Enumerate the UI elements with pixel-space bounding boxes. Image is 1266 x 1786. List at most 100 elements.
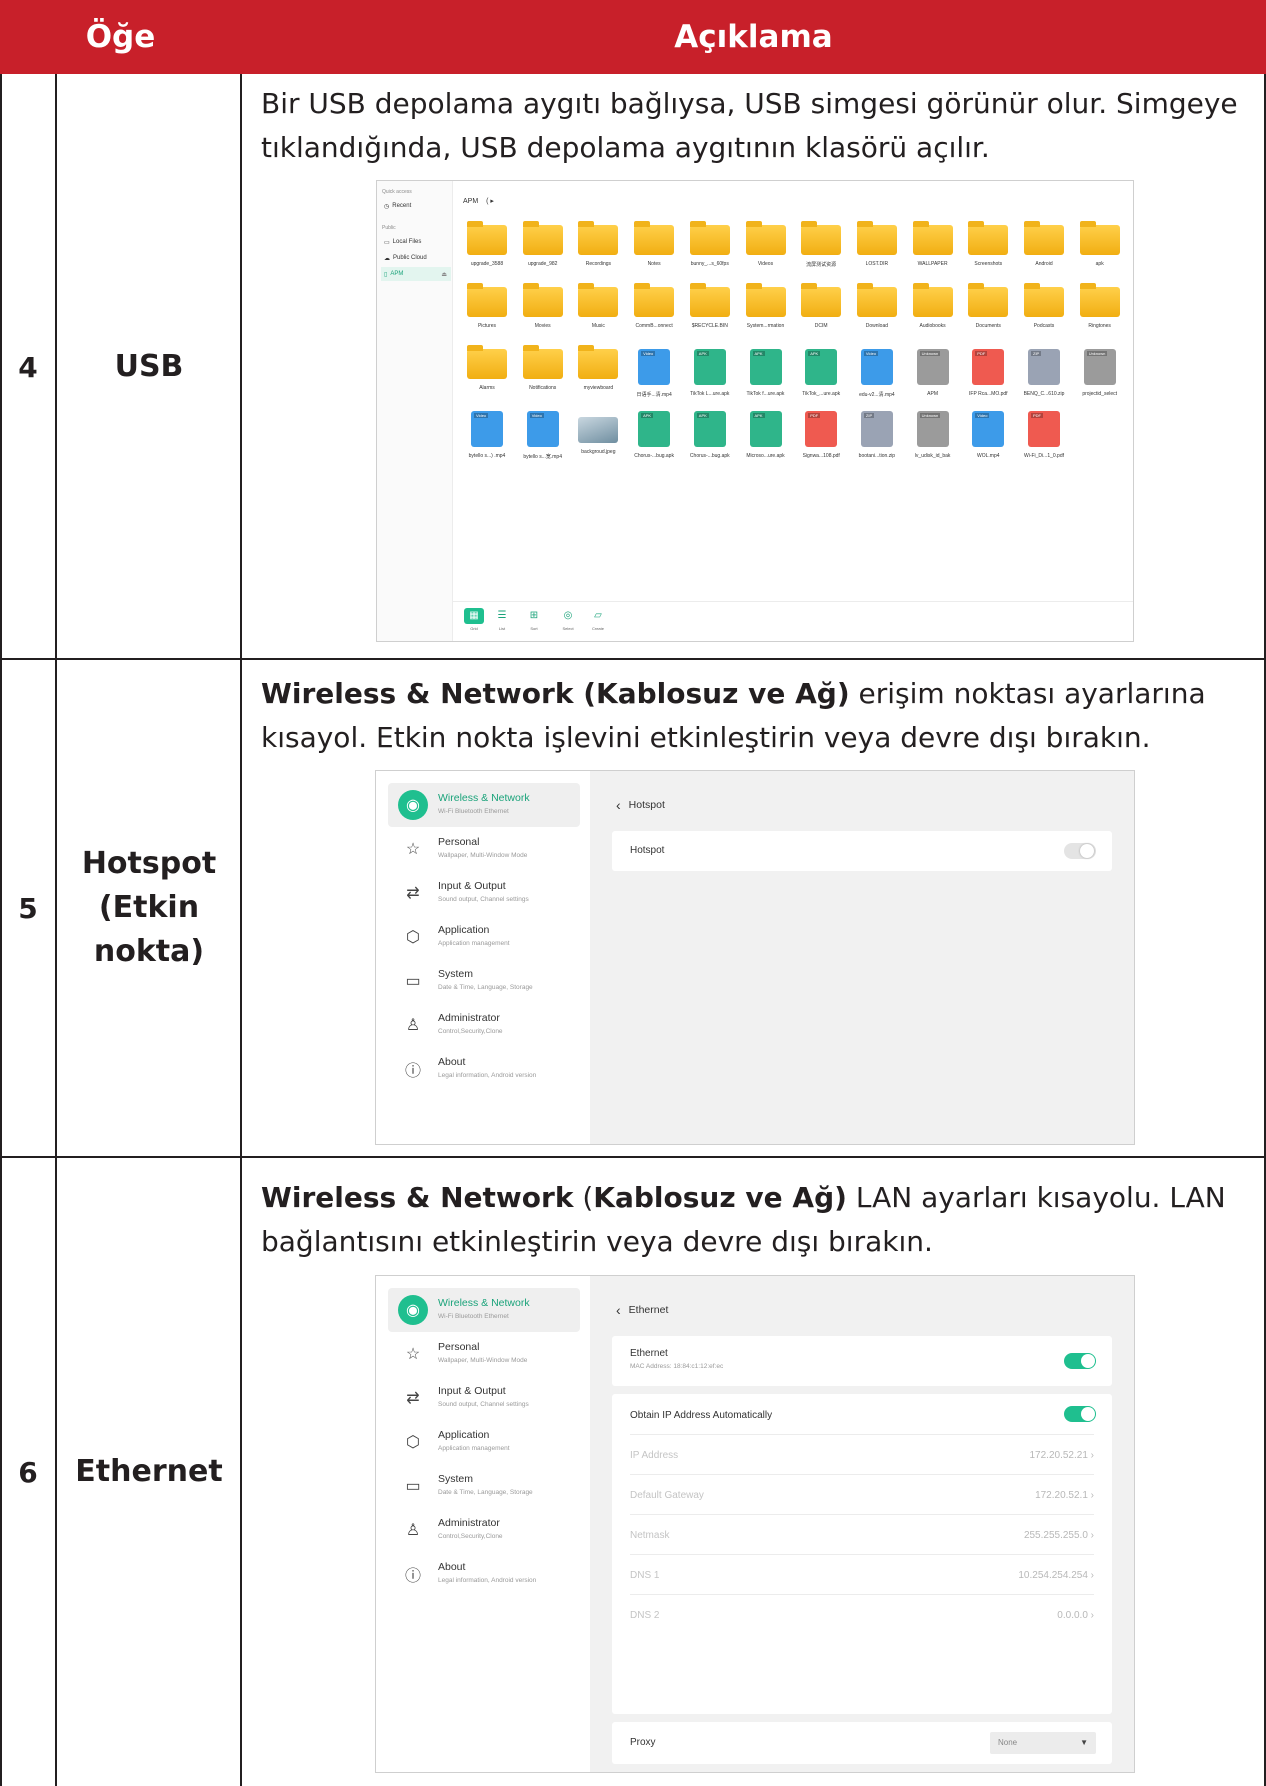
settings-menu-item-personal[interactable]: ☆ Personal Wallpaper, Multi-Window Mode [388, 827, 580, 871]
file-item[interactable]: Unknown projectid_select [1072, 349, 1128, 397]
settings-menu-item-input-output[interactable]: ⇄ Input & Output Sound output, Channel set… [388, 871, 580, 915]
settings-menu-item-about[interactable]: ⓘ About Legal information, Android version [388, 1047, 580, 1091]
settings-menu-item-system[interactable]: ▭ System Date & Time, Language, Storage [388, 959, 580, 1003]
ip-field-label: DNS 1 [630, 1570, 660, 1581]
grid-view-button[interactable]: ▦ Grid [463, 608, 485, 631]
file-item[interactable]: Video WOL.mp4 [960, 411, 1016, 459]
cloud-icon: ☁ [384, 255, 390, 262]
sidebar-item-public-cloud[interactable]: ☁ Public Cloud [381, 251, 451, 265]
chevron-left-icon: ‹ [616, 1302, 621, 1318]
back-header[interactable]: ‹ Hotspot [616, 797, 665, 813]
file-item[interactable]: APK TikTok L...ure.apk [682, 349, 738, 397]
folder-item[interactable]: LOST.DIR [849, 221, 905, 267]
back-header[interactable]: ‹ Ethernet [616, 1302, 668, 1318]
folder-item[interactable]: DCIM [793, 283, 849, 329]
item-name: Recordings [585, 261, 612, 267]
settings-menu-item-wireless-network[interactable]: ◉ Wireless & Network Wi-Fi Bluetooth Ether… [388, 783, 580, 827]
file-item[interactable]: ZIP BENQ_C...610.zip [1016, 349, 1072, 397]
folder-icon [522, 283, 563, 317]
file-type-tag: Unknown [1086, 351, 1108, 356]
folder-item[interactable]: Movies [515, 283, 571, 329]
folder-item[interactable]: upgrade_982 [515, 221, 571, 267]
folder-item[interactable]: bunny_...s_60fps [682, 221, 738, 267]
file-item[interactable]: APK Chorus-...bug.apk [626, 411, 682, 459]
settings-menu-item-about[interactable]: ⓘ About Legal information, Android version [388, 1552, 580, 1596]
file-item[interactable]: Video 日语手...清.mp4 [626, 349, 682, 398]
file-item[interactable]: APK Chorus-...bug.apk [682, 411, 738, 459]
folder-item[interactable]: 流屏测试资源 [793, 221, 849, 268]
folder-item[interactable]: Notes [626, 221, 682, 267]
item-name: TikTok f...ure.apk [746, 391, 785, 397]
hotspot-toggle[interactable] [1064, 843, 1096, 859]
item-name: Android [1035, 261, 1053, 267]
file-item[interactable]: backgroud.jpeg [570, 411, 626, 455]
apk-file-icon: APK [693, 349, 726, 385]
folder-item[interactable]: Android [1016, 221, 1072, 267]
item-name: Audiobooks [919, 323, 946, 329]
file-item[interactable]: Video bytello s...) .mp4 [459, 411, 515, 459]
settings-menu-item-system[interactable]: ▭ System Date & Time, Language, Storage [388, 1464, 580, 1508]
file-item[interactable]: ZIP bootani...tion.zip [849, 411, 905, 459]
sort-button[interactable]: ⊞ Sort [523, 608, 545, 631]
folder-item[interactable]: Pictures [459, 283, 515, 329]
folder-item[interactable]: Ringtones [1072, 283, 1128, 329]
settings-menu-item-application[interactable]: ⬡ Application Application management [388, 915, 580, 959]
sidebar-item-apm[interactable]: ▯ APM ⏏ [381, 267, 451, 281]
ip-field-row[interactable]: IP Address 172.20.52.21 › [630, 1450, 1094, 1461]
ip-field-value: 172.20.52.1 › [1035, 1490, 1094, 1501]
proxy-select[interactable]: None ▼ [990, 1732, 1096, 1754]
select-button[interactable]: ◎ Select [557, 608, 579, 631]
file-item[interactable]: Unknown APM [905, 349, 961, 397]
item-name: Music [591, 323, 605, 329]
sidebar-item-local-files[interactable]: ▭ Local Files [381, 235, 451, 249]
settings-menu-item-input-output[interactable]: ⇄ Input & Output Sound output, Channel set… [388, 1376, 580, 1420]
ip-field-row[interactable]: DNS 2 0.0.0.0 › [630, 1610, 1094, 1621]
ip-field-row[interactable]: Netmask 255.255.255.0 › [630, 1530, 1094, 1541]
eject-icon[interactable]: ⏏ [441, 271, 447, 278]
list-view-button[interactable]: ☰ List [491, 608, 513, 631]
hotspot-settings-screenshot: ◉ Wireless & Network Wi-Fi Bluetooth Ether… [375, 770, 1135, 1145]
folder-item[interactable]: Documents [960, 283, 1016, 329]
sidebar-item-recent[interactable]: ◷ Recent [381, 199, 451, 213]
file-item[interactable]: APK TikTok f...ure.apk [738, 349, 794, 397]
create-folder-button[interactable]: ▱ Create [587, 608, 609, 631]
folder-icon [522, 345, 563, 379]
folder-item[interactable]: Music [570, 283, 626, 329]
file-item[interactable]: Video bytello s...宽.mp4 [515, 411, 571, 460]
item-name: WOL.mp4 [977, 453, 1000, 459]
row-5-number: 5 [18, 891, 38, 925]
breadcrumb[interactable]: APM ( ▸ [463, 197, 494, 205]
folder-item[interactable]: apk [1072, 221, 1128, 267]
folder-item[interactable]: Podcasts [1016, 283, 1072, 329]
file-item[interactable]: Unknown lv_udisk_id_bak [905, 411, 961, 459]
ip-field-row[interactable]: Default Gateway 172.20.52.1 › [630, 1490, 1094, 1501]
item-name: DCIM [814, 323, 828, 329]
folder-item[interactable]: CommB...onnect [626, 283, 682, 329]
settings-menu-item-application[interactable]: ⬡ Application Application management [388, 1420, 580, 1464]
settings-menu-item-administrator[interactable]: ♙ Administrator Control,Security,Clone [388, 1003, 580, 1047]
settings-menu-item-personal[interactable]: ☆ Personal Wallpaper, Multi-Window Mode [388, 1332, 580, 1376]
folder-item[interactable]: Alarms [459, 345, 515, 391]
file-item[interactable]: APK Microso...ure.apk [738, 411, 794, 459]
ethernet-toggle[interactable] [1064, 1353, 1096, 1369]
folder-item[interactable]: Notifications [515, 345, 571, 391]
folder-item[interactable]: Download [849, 283, 905, 329]
settings-menu-item-administrator[interactable]: ♙ Administrator Control,Security,Clone [388, 1508, 580, 1552]
file-item[interactable]: PDF Wi-Fi_Di...1_0.pdf [1016, 411, 1072, 459]
file-item[interactable]: PDF Signwa...108.pdf [793, 411, 849, 459]
settings-menu-item-wireless-network[interactable]: ◉ Wireless & Network Wi-Fi Bluetooth Ether… [388, 1288, 580, 1332]
folder-item[interactable]: Recordings [570, 221, 626, 267]
folder-item[interactable]: WALLPAPER [905, 221, 961, 267]
ip-field-row[interactable]: DNS 1 10.254.254.254 › [630, 1570, 1094, 1581]
folder-item[interactable]: Videos [738, 221, 794, 267]
folder-item[interactable]: Screenshots [960, 221, 1016, 267]
file-item[interactable]: Video edu-v2...清.mp4 [849, 349, 905, 398]
folder-item[interactable]: myviewboard [570, 345, 626, 391]
file-item[interactable]: PDF IFP Rca...MO.pdf [960, 349, 1016, 397]
folder-item[interactable]: System...rmation [738, 283, 794, 329]
folder-item[interactable]: Audiobooks [905, 283, 961, 329]
file-item[interactable]: APK TikTok_...ure.apk [793, 349, 849, 397]
folder-item[interactable]: upgrade_3588 [459, 221, 515, 267]
obtain-ip-toggle[interactable] [1064, 1406, 1096, 1422]
folder-item[interactable]: $RECYCLE.BIN [682, 283, 738, 329]
